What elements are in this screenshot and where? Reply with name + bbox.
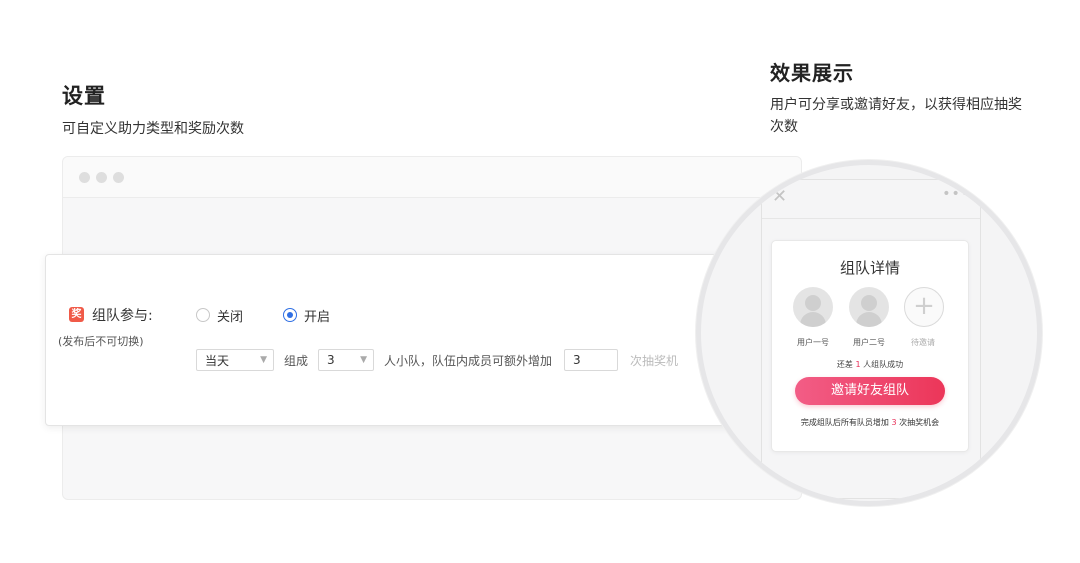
- user-icon: [805, 295, 821, 311]
- chevron-down-icon: ▼: [260, 355, 267, 365]
- phone-header: ✕ •••: [762, 180, 980, 219]
- team-rule-row: 当天 ▼ 组成 3 ▼ 人小队，队伍内成员可额外增加 3 次抽奖机: [196, 348, 678, 372]
- team-detail-card: 组队详情 + 用户一号 用户二号 待邀请 还差 1 人组队成功 邀请好友组队 完…: [771, 240, 969, 452]
- window-dot-icon: [113, 172, 124, 183]
- period-select[interactable]: 当天 ▼: [196, 349, 274, 371]
- settings-subtitle: 可自定义助力类型和奖励次数: [62, 121, 244, 137]
- page: 设置 可自定义助力类型和奖励次数 奖 组队参与: (发布后不可切换) 关闭 开启…: [0, 0, 1080, 563]
- avatar: [793, 287, 833, 327]
- team-size-value: 3: [327, 353, 335, 367]
- team-status: 还差 1 人组队成功: [836, 360, 904, 369]
- avatar: [849, 287, 889, 327]
- member-label-pending: 待邀请: [911, 338, 935, 347]
- radio-off-icon[interactable]: [196, 308, 210, 322]
- settings-title: 设置: [62, 84, 106, 108]
- team-reward-note: 完成组队后所有队员增加 3 次抽奖机会: [800, 418, 940, 427]
- team-rule-text: 人小队，队伍内成员可额外增加: [384, 353, 553, 368]
- radio-on-icon[interactable]: [283, 308, 297, 322]
- radio-on-label: 开启: [304, 309, 331, 325]
- phone-preview: ✕ ••• 组队详情 + 用户一号 用户二号 待邀请 还差 1 人组队成功 邀请…: [761, 179, 981, 499]
- radio-option-on[interactable]: 开启: [283, 306, 331, 325]
- team-detail-title: 组队详情: [839, 259, 900, 277]
- member-label: 用户一号: [797, 338, 829, 347]
- effect-description: 用户可分享或邀请好友，以获得相应抽奖次数: [770, 97, 1022, 135]
- window-dot-icon: [96, 172, 107, 183]
- user-icon: [861, 295, 877, 311]
- window-dot-icon: [79, 172, 90, 183]
- member-label: 用户二号: [853, 338, 885, 347]
- team-size-select[interactable]: 3 ▼: [318, 349, 375, 371]
- team-participation-note: (发布后不可切换): [58, 335, 144, 348]
- team-config-card: 奖 组队参与: (发布后不可切换) 关闭 开启 当天 ▼ 组成 3 ▼ 人小队，…: [45, 254, 765, 426]
- browser-toolbar: [63, 157, 801, 198]
- invite-friends-button[interactable]: 邀请好友组队: [795, 377, 945, 405]
- extra-count-input[interactable]: 3: [564, 349, 619, 371]
- reward-count: 3: [891, 418, 897, 427]
- radio-off-label: 关闭: [217, 309, 244, 325]
- preview-magnifier: ✕ ••• 组队详情 + 用户一号 用户二号 待邀请 还差 1 人组队成功 邀请…: [696, 160, 1042, 506]
- more-dots-icon[interactable]: •••: [942, 186, 970, 202]
- extra-count-suffix: 次抽奖机: [630, 353, 679, 368]
- radio-option-off[interactable]: 关闭: [196, 306, 244, 325]
- close-icon[interactable]: ✕: [772, 186, 787, 207]
- effect-title: 效果展示: [770, 61, 854, 85]
- team-participation-label: 组队参与:: [92, 308, 153, 324]
- status-count: 1: [855, 360, 861, 369]
- period-select-value: 当天: [205, 353, 230, 368]
- team-reward-icon: 奖: [69, 307, 84, 322]
- chevron-down-icon: ▼: [360, 355, 368, 365]
- group-text: 组成: [284, 353, 309, 368]
- add-member-icon[interactable]: +: [904, 287, 944, 327]
